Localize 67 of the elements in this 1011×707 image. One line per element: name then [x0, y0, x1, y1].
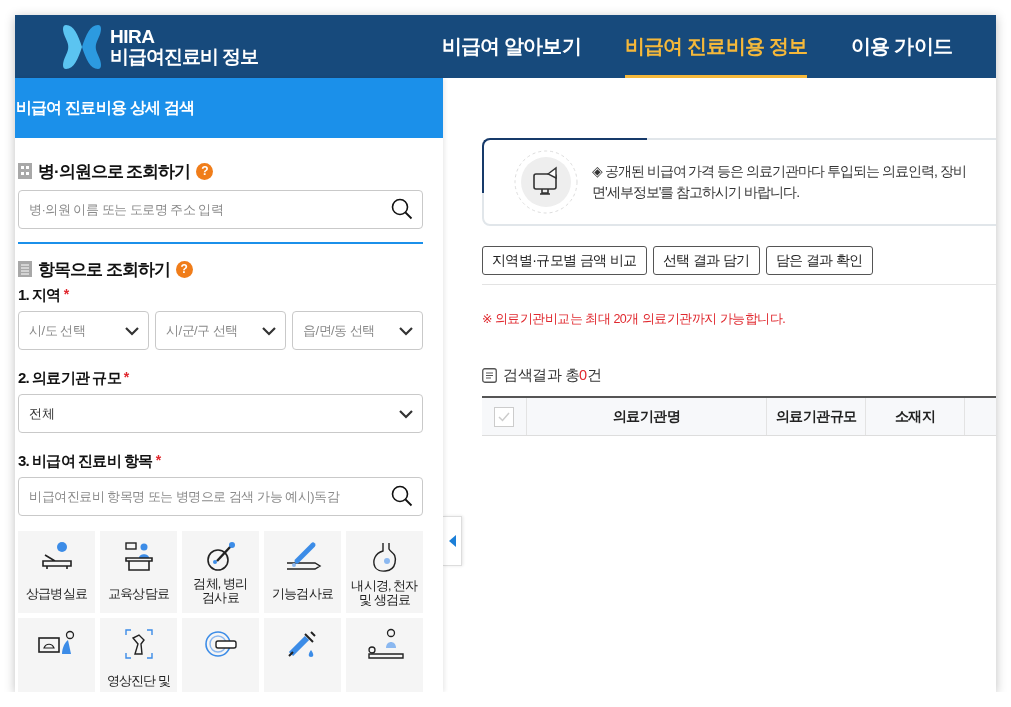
- category-tile[interactable]: 상급병실료: [18, 531, 95, 613]
- chevron-down-icon: [261, 325, 277, 336]
- nav-tab[interactable]: 비급여 알아보기: [441, 15, 581, 78]
- tile-label: 내시경, 천자: [351, 579, 418, 594]
- section-heading: 병·의원으로 조회하기: [38, 160, 191, 183]
- result-count: 검색결과 총0건: [503, 366, 602, 385]
- caret-left-icon: [448, 535, 456, 547]
- region-select[interactable]: 시/도 선택: [18, 311, 149, 350]
- tile-label: 및 생검료: [357, 593, 412, 608]
- bone-xray-icon: [123, 628, 154, 660]
- monitor-megaphone-icon: [514, 150, 578, 214]
- section-heading: 항목으로 조회하기: [38, 258, 170, 281]
- action-button[interactable]: 선택 결과 담기: [652, 246, 760, 275]
- search-icon[interactable]: [391, 198, 413, 220]
- required-mark: *: [63, 286, 70, 302]
- field-label: 1. 지역: [18, 286, 61, 305]
- tile-label: 영상진단 및: [106, 674, 171, 689]
- notice-text: ◈ 공개된 비급여 가격 등은 의료기관마다 투입되는 의료인력, 장비: [592, 162, 966, 181]
- tile-label: 교육상담료: [108, 587, 169, 602]
- category-tile[interactable]: [264, 618, 341, 692]
- nav-tab[interactable]: 비급여 진료비용 정보: [624, 15, 808, 78]
- column-header: 소재지: [866, 398, 965, 435]
- checkmark-icon: [498, 411, 510, 422]
- chevron-down-icon: [398, 408, 414, 419]
- search-icon[interactable]: [391, 485, 413, 507]
- category-tile[interactable]: 검체, 병리 검사료: [182, 531, 259, 613]
- limit-note: ※ 의료기관비교는 최대 20개 의료기관까지 가능합니다.: [482, 311, 787, 328]
- hospital-search-field[interactable]: 병·의원 이름 또는 도로명 주소 입력: [18, 190, 423, 229]
- nav-tab[interactable]: 이용 가이드: [851, 15, 952, 78]
- tile-label: 기능검사료: [272, 587, 333, 602]
- category-tile[interactable]: [346, 618, 423, 692]
- action-button[interactable]: 담은 결과 확인: [765, 246, 873, 275]
- action-button[interactable]: 지역별·규모별 금액 비교: [482, 246, 647, 275]
- chevron-down-icon: [124, 325, 140, 336]
- tile-label: 검체, 병리: [193, 577, 248, 592]
- logo-title: HIRA: [110, 26, 156, 47]
- logo-subtitle: 비급여진료비 정보: [110, 46, 259, 67]
- document-icon: [482, 368, 497, 383]
- item-search-field[interactable]: 비급여진료비 항목명 또는 병명으로 검색 가능 예시)독감: [18, 477, 423, 516]
- required-mark: *: [155, 452, 162, 468]
- category-tile[interactable]: 교육상담료: [100, 531, 177, 613]
- category-tile[interactable]: 내시경, 천자 및 생검료: [346, 531, 423, 613]
- category-tile[interactable]: 영상진단 및: [100, 618, 177, 692]
- sidebar-title: 비급여 진료비용 상세 검색: [15, 78, 443, 138]
- mri-scanner-icon: [203, 628, 238, 660]
- scale-select[interactable]: 전체: [18, 394, 423, 433]
- list-icon: [18, 261, 32, 277]
- column-header: 의료기관명: [527, 398, 767, 435]
- required-mark: *: [123, 369, 130, 385]
- logo-icon: [62, 22, 102, 71]
- category-tile[interactable]: 기능검사료: [264, 531, 341, 613]
- collapse-toggle[interactable]: [443, 516, 462, 566]
- region-select[interactable]: 읍/면/동 선택: [292, 311, 423, 350]
- select-all-checkbox[interactable]: [494, 406, 514, 427]
- field-label: 3. 비급여 진료비 항목: [18, 452, 153, 471]
- notice-text: 면'세부정보'를 참고하시기 바랍니다.: [592, 183, 800, 202]
- tile-label: 검사료: [201, 591, 240, 606]
- counseling-desk-icon: [123, 541, 154, 573]
- tile-label: 상급병실료: [26, 587, 87, 602]
- chevron-down-icon: [398, 325, 414, 336]
- field-label: 2. 의료기관 규모: [18, 369, 121, 388]
- category-tile[interactable]: [18, 618, 95, 692]
- category-tile[interactable]: [182, 618, 259, 692]
- column-header: 의료기관규모: [767, 398, 866, 435]
- building-icon: [18, 163, 32, 179]
- region-select[interactable]: 시/군/구 선택: [155, 311, 286, 350]
- petri-dish-icon: [204, 541, 237, 573]
